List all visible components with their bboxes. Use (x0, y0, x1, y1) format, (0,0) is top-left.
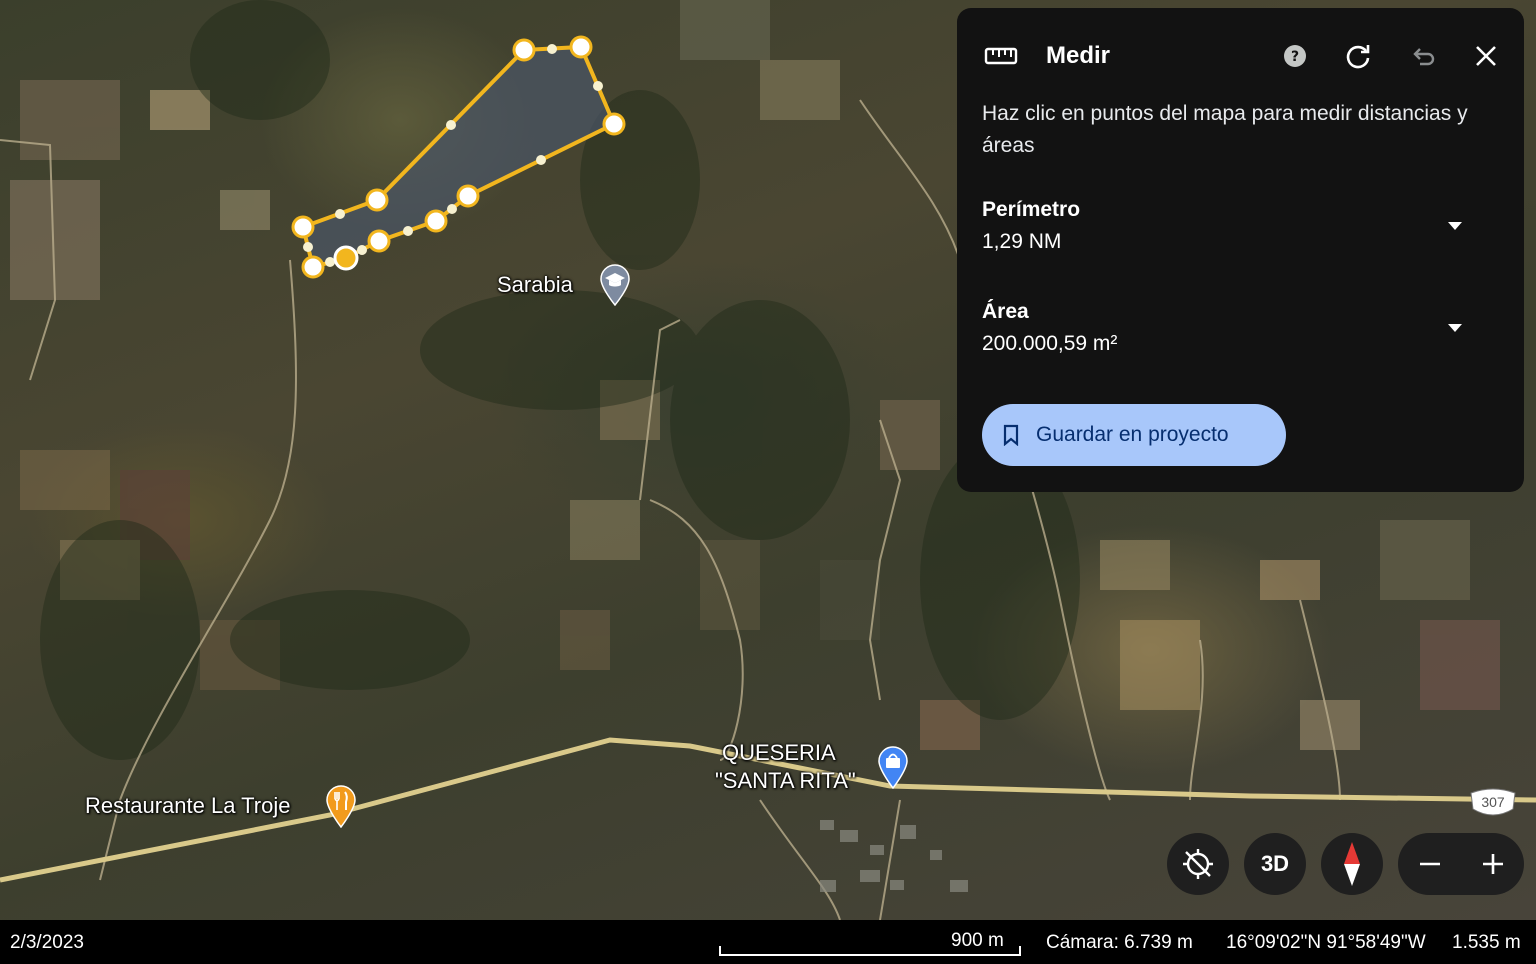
zoom-controls (1398, 833, 1524, 895)
place-label-queseria-line1[interactable]: QUESERIA (722, 740, 836, 766)
imagery-date: 2/3/2023 (10, 932, 84, 953)
undo-icon (1413, 48, 1435, 66)
3d-toggle-button[interactable]: 3D (1244, 833, 1306, 895)
undo-button[interactable] (1402, 36, 1442, 76)
location-button[interactable] (1167, 833, 1229, 895)
zoom-in-icon (1482, 854, 1503, 874)
shopping-icon[interactable] (876, 745, 910, 789)
perimeter-label: Perímetro (982, 198, 1081, 221)
highway-number: 307 (1481, 794, 1505, 810)
help-button[interactable]: ? (1275, 36, 1315, 76)
panel-header: Medir ? (957, 8, 1524, 98)
svg-text:?: ? (1291, 49, 1299, 65)
cursor-coordinates: 16°09'02"N 91°58'49"W (1226, 932, 1426, 953)
measure-panel: Medir ? Haz clic en puntos del mapa para… (957, 8, 1524, 492)
measure-vertex[interactable] (301, 255, 325, 279)
measure-active-vertex[interactable] (333, 245, 359, 271)
status-bar: 2/3/2023 900 m Cámara: 6.739 m 16°09'02"… (0, 920, 1536, 964)
place-label-sarabia[interactable]: Sarabia (497, 272, 573, 298)
zoom-in-button[interactable] (1461, 833, 1524, 895)
measure-vertex[interactable] (291, 215, 315, 239)
zoom-out-button[interactable] (1398, 833, 1461, 895)
area-unit-dropdown[interactable] (1443, 316, 1467, 340)
area-label: Área (982, 300, 1029, 323)
refresh-button[interactable] (1338, 36, 1378, 76)
measure-vertex[interactable] (367, 229, 391, 253)
help-icon: ? (1284, 45, 1306, 67)
place-label-restaurant[interactable]: Restaurante La Troje (85, 793, 290, 819)
measure-area (303, 47, 614, 267)
school-icon[interactable] (598, 264, 632, 306)
perimeter-unit-dropdown[interactable] (1443, 214, 1467, 238)
compass-button[interactable] (1321, 833, 1383, 895)
bookmark-icon (1003, 424, 1019, 446)
compass-icon (1344, 842, 1360, 886)
panel-title: Medir (1046, 42, 1111, 69)
camera-altitude: Cámara: 6.739 m (1046, 932, 1193, 953)
close-icon (1476, 46, 1496, 66)
measure-vertex[interactable] (512, 38, 536, 62)
chevron-down-icon (1448, 324, 1462, 332)
3d-label: 3D (1260, 851, 1290, 876)
measure-vertex[interactable] (424, 209, 448, 233)
ruler-icon (984, 47, 1018, 65)
place-label-queseria-line2[interactable]: "SANTA RITA" (715, 768, 856, 794)
measure-vertex[interactable] (456, 184, 480, 208)
save-to-project-button[interactable]: Guardar en proyecto (982, 404, 1286, 466)
save-to-project-label: Guardar en proyecto (1036, 423, 1229, 446)
perimeter-value: 1,29 NM (982, 230, 1062, 253)
refresh-icon (1346, 45, 1370, 69)
restaurant-icon[interactable] (324, 784, 358, 828)
panel-description: Haz clic en puntos del mapa para medir d… (982, 102, 1468, 157)
close-button[interactable] (1466, 36, 1506, 76)
measure-vertex[interactable] (365, 188, 389, 212)
area-value: 200.000,59 m² (982, 332, 1118, 355)
scale-label: 900 m (951, 930, 1004, 951)
measure-vertex[interactable] (602, 112, 626, 136)
chevron-down-icon (1448, 222, 1462, 230)
cursor-elevation: 1.535 m (1452, 932, 1521, 953)
measure-vertex[interactable] (569, 35, 593, 59)
location-disabled-icon (1183, 849, 1213, 879)
highway-shield: 307 (1469, 787, 1517, 819)
zoom-out-icon (1419, 862, 1440, 866)
